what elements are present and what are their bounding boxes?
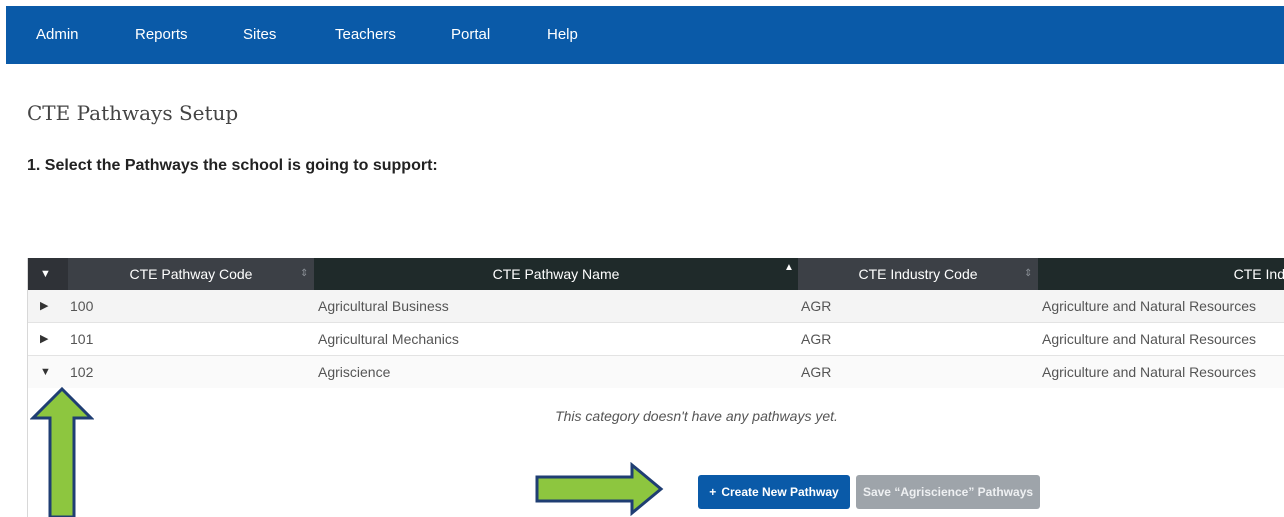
nav-reports[interactable]: Reports [135, 6, 188, 64]
cell-pathway-name: Agricultural Mechanics [318, 331, 459, 347]
top-navigation: Admin Reports Sites Teachers Portal Help [6, 6, 1284, 64]
cell-industry-name: Agriculture and Natural Resources [1042, 331, 1256, 347]
table-row[interactable]: ▶ 100 Agricultural Business AGR Agricult… [28, 290, 1284, 323]
cell-pathway-code: 100 [70, 298, 94, 314]
nav-teachers[interactable]: Teachers [335, 6, 396, 64]
sort-ascending-icon[interactable]: ▲ [784, 252, 794, 284]
cell-industry-code: AGR [801, 331, 832, 347]
column-header-label: CTE Industry Code [858, 266, 978, 282]
nav-portal[interactable]: Portal [451, 6, 490, 64]
nav-help[interactable]: Help [547, 6, 578, 64]
cell-pathway-name: Agricultural Business [318, 298, 449, 314]
left-frame [0, 0, 6, 517]
green-arrow-icon [535, 462, 664, 516]
green-arrow-icon [30, 386, 94, 517]
column-header-industry-name[interactable]: CTE Ind [1038, 258, 1284, 290]
table-row-expanded[interactable]: ▼ 102 Agriscience AGR Agriculture and Na… [28, 356, 1284, 388]
create-new-pathway-label: Create New Pathway [721, 485, 839, 499]
cell-industry-name: Agriculture and Natural Resources [1042, 298, 1256, 314]
column-header-label: CTE Pathway Name [492, 266, 620, 282]
caret-down-icon[interactable]: ▼ [40, 356, 51, 388]
empty-pathways-message: This category doesn't have any pathways … [555, 408, 838, 424]
column-header-pathway-name[interactable]: CTE Pathway Name [314, 258, 798, 290]
grid-header: ▼ CTE Pathway Code ⇕ CTE Pathway Name ▲ … [28, 258, 1284, 290]
caret-right-icon[interactable]: ▶ [40, 290, 48, 322]
cell-pathway-name: Agriscience [318, 364, 391, 380]
step-heading: 1. Select the Pathways the school is goi… [27, 157, 438, 174]
column-header-industry-code[interactable]: CTE Industry Code [798, 258, 1038, 290]
table-row[interactable]: ▶ 101 Agricultural Mechanics AGR Agricul… [28, 323, 1284, 356]
caret-right-icon[interactable]: ▶ [40, 323, 48, 355]
cell-pathway-code: 101 [70, 331, 94, 347]
save-pathways-button: Save “Agriscience” Pathways [856, 475, 1040, 509]
column-header-label: CTE Ind [1233, 266, 1284, 282]
sort-icon[interactable]: ⇕ [300, 258, 308, 290]
cell-industry-code: AGR [801, 298, 832, 314]
cell-industry-code: AGR [801, 364, 832, 380]
save-pathways-label: Save “Agriscience” Pathways [862, 485, 1034, 499]
plus-icon: + [709, 485, 717, 499]
cell-pathway-code: 102 [70, 364, 94, 380]
column-header-pathway-code[interactable]: CTE Pathway Code [68, 258, 314, 290]
nav-admin[interactable]: Admin [36, 6, 79, 64]
page-title: CTE Pathways Setup [27, 101, 239, 125]
caret-down-icon[interactable]: ▼ [40, 258, 51, 290]
page: Admin Reports Sites Teachers Portal Help… [0, 0, 1284, 517]
cell-industry-name: Agriculture and Natural Resources [1042, 364, 1256, 380]
sort-icon[interactable]: ⇕ [1024, 258, 1032, 290]
create-new-pathway-button[interactable]: + Create New Pathway [698, 475, 850, 509]
column-header-label: CTE Pathway Code [129, 266, 253, 282]
nav-sites[interactable]: Sites [243, 6, 276, 64]
